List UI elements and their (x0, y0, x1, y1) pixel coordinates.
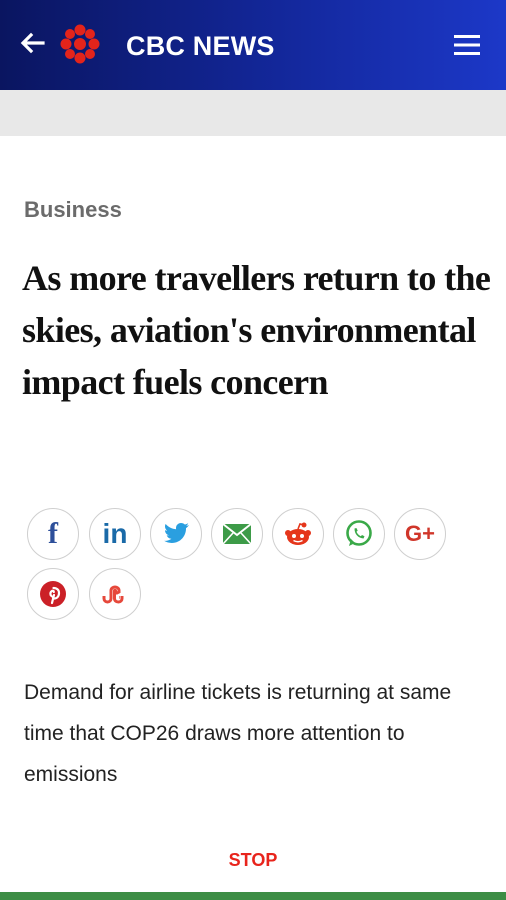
share-stumbleupon-button[interactable] (89, 568, 141, 620)
reddit-icon (285, 522, 311, 545)
cbc-gem-logo-icon (60, 24, 100, 64)
top-app-bar: CBC NEWS (0, 0, 506, 90)
share-linkedin-button[interactable]: in (89, 508, 141, 560)
pinterest-icon (40, 581, 66, 607)
share-email-button[interactable] (211, 508, 263, 560)
article-headline: As more travellers return to the skies, … (22, 258, 491, 402)
whatsapp-icon (346, 520, 372, 546)
share-reddit-button[interactable] (272, 508, 324, 560)
article-summary: Demand for airline tickets is returning … (24, 681, 452, 786)
stumbleupon-icon (102, 585, 124, 604)
share-google-plus-button[interactable]: G+ (394, 508, 446, 560)
hamburger-menu-icon (454, 35, 480, 55)
facebook-icon: f (48, 517, 58, 550)
linkedin-icon: in (102, 518, 128, 549)
email-icon (222, 523, 252, 545)
article-category[interactable]: Business (24, 196, 122, 224)
share-whatsapp-button[interactable] (333, 508, 385, 560)
bottom-accent-bar (0, 892, 506, 900)
brand-title: CBC NEWS (126, 31, 275, 61)
google-plus-icon: G+ (405, 521, 435, 546)
back-arrow-icon (20, 32, 45, 54)
share-pinterest-button[interactable] (27, 568, 79, 620)
back-button[interactable] (16, 27, 48, 59)
menu-button[interactable] (452, 30, 482, 60)
ad-placeholder-strip (0, 90, 506, 136)
stop-button[interactable]: STOP (0, 848, 506, 872)
twitter-icon (164, 523, 189, 543)
share-facebook-button[interactable]: f (27, 508, 79, 560)
share-twitter-button[interactable] (150, 508, 202, 560)
cbc-logo[interactable] (60, 24, 100, 64)
